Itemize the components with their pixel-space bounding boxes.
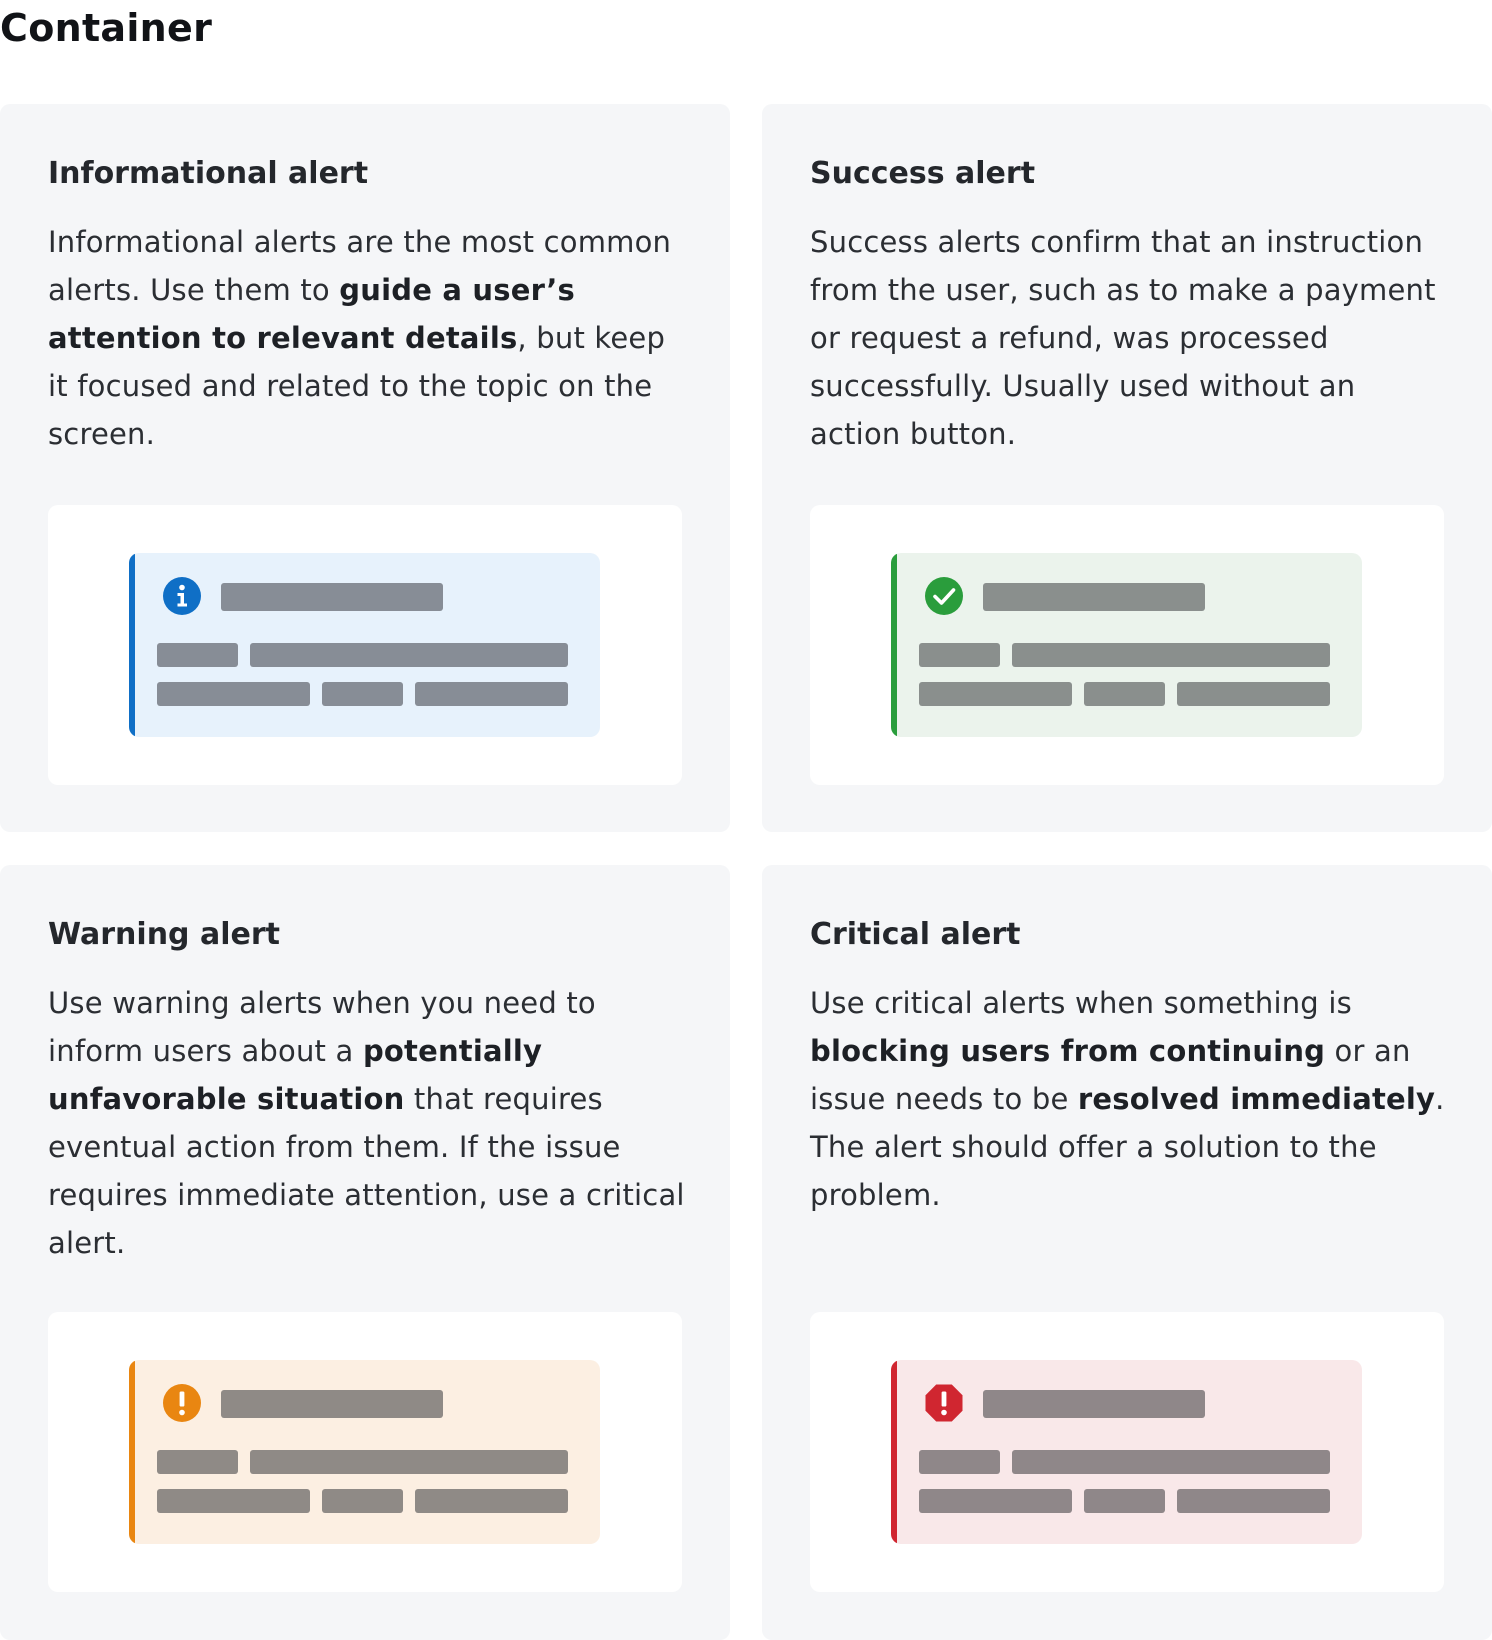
success-alert-card: Success alert Success alerts confirm tha…	[762, 104, 1492, 832]
card-description: Use warning alerts when you need to info…	[48, 979, 688, 1267]
card-title: Informational alert	[48, 156, 369, 191]
alert-accent-bar	[891, 1360, 897, 1544]
placeholder-title-line	[221, 583, 443, 611]
alert-preview-frame	[48, 1312, 682, 1592]
placeholder-text-line	[1177, 1489, 1330, 1513]
page-title: Container	[0, 6, 213, 50]
placeholder-text-line	[157, 643, 238, 667]
card-description: Informational alerts are the most common…	[48, 218, 688, 458]
placeholder-text-line	[322, 682, 403, 706]
info-alert-illustration	[129, 553, 600, 737]
placeholder-title-line	[983, 583, 1205, 611]
critical-alert-card: Critical alert Use critical alerts when …	[762, 865, 1492, 1640]
placeholder-text-line	[1012, 1450, 1330, 1474]
placeholder-text-line	[415, 1489, 568, 1513]
placeholder-text-line	[157, 682, 310, 706]
alert-accent-bar	[129, 1360, 135, 1544]
checkmark-icon	[925, 577, 963, 615]
card-title: Critical alert	[810, 917, 1021, 952]
description-emphasis: blocking users from continuing	[810, 1034, 1326, 1068]
info-icon	[163, 577, 201, 615]
description-text: Use critical alerts when something is	[810, 986, 1352, 1020]
warning-alert-card: Warning alert Use warning alerts when yo…	[0, 865, 730, 1640]
alert-preview-frame	[810, 1312, 1444, 1592]
placeholder-text-line	[919, 643, 1000, 667]
warning-alert-illustration	[129, 1360, 600, 1544]
alert-accent-bar	[129, 553, 135, 737]
placeholder-text-line	[322, 1489, 403, 1513]
placeholder-text-line	[1012, 643, 1330, 667]
placeholder-text-line	[1177, 682, 1330, 706]
alert-preview-frame	[810, 505, 1444, 785]
placeholder-text-line	[919, 1450, 1000, 1474]
informational-alert-card: Informational alert Informational alerts…	[0, 104, 730, 832]
placeholder-title-line	[221, 1390, 443, 1418]
placeholder-text-line	[415, 682, 568, 706]
card-title: Warning alert	[48, 917, 280, 952]
card-description: Success alerts confirm that an instructi…	[810, 218, 1450, 458]
placeholder-text-line	[1084, 682, 1165, 706]
placeholder-text-line	[919, 1489, 1072, 1513]
description-emphasis: resolved immediately	[1077, 1082, 1436, 1116]
placeholder-text-line	[919, 682, 1072, 706]
alert-preview-frame	[48, 505, 682, 785]
alert-accent-bar	[891, 553, 897, 737]
placeholder-title-line	[983, 1390, 1205, 1418]
placeholder-text-line	[157, 1450, 238, 1474]
critical-alert-illustration	[891, 1360, 1362, 1544]
octagon-exclamation-icon	[925, 1384, 963, 1422]
placeholder-text-line	[250, 1450, 568, 1474]
card-description: Use critical alerts when something is bl…	[810, 979, 1450, 1219]
card-title: Success alert	[810, 156, 1036, 191]
placeholder-text-line	[250, 643, 568, 667]
description-text: Success alerts confirm that an instructi…	[810, 225, 1436, 451]
placeholder-text-line	[1084, 1489, 1165, 1513]
exclamation-icon	[163, 1384, 201, 1422]
placeholder-text-line	[157, 1489, 310, 1513]
success-alert-illustration	[891, 553, 1362, 737]
